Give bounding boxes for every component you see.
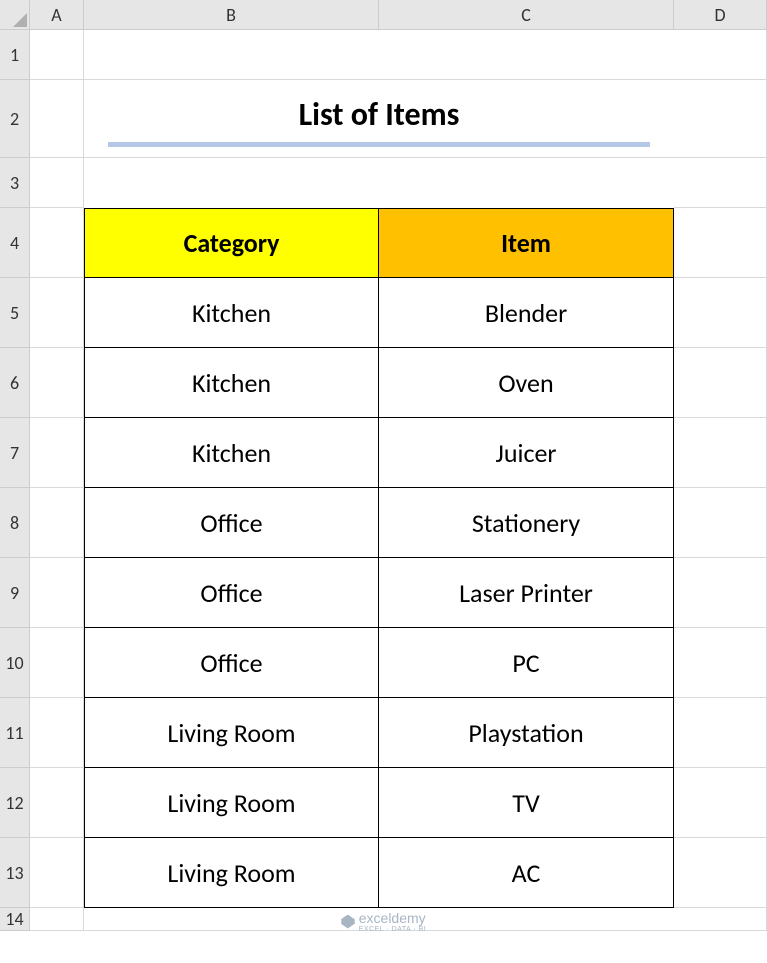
cell-d2[interactable]	[674, 80, 767, 158]
row-header-2[interactable]: 2	[0, 80, 30, 158]
cell-d9[interactable]	[674, 558, 767, 628]
cell-a13[interactable]	[30, 838, 84, 908]
cell-a4[interactable]	[30, 208, 84, 278]
page-title: List of Items	[299, 95, 460, 134]
cell-b1[interactable]	[84, 30, 379, 80]
cell-d13[interactable]	[674, 838, 767, 908]
row-header-7[interactable]: 7	[0, 418, 30, 488]
cell-b8[interactable]: Office	[84, 488, 379, 558]
cell-b12[interactable]: Living Room	[84, 768, 379, 838]
row-header-1[interactable]: 1	[0, 30, 30, 80]
cell-d4[interactable]	[674, 208, 767, 278]
col-header-b[interactable]: B	[84, 0, 379, 30]
select-all-corner[interactable]	[0, 0, 30, 30]
cell-a10[interactable]	[30, 628, 84, 698]
cell-a12[interactable]	[30, 768, 84, 838]
cell-a8[interactable]	[30, 488, 84, 558]
cell-c5[interactable]: Blender	[379, 278, 674, 348]
cell-b11[interactable]: Living Room	[84, 698, 379, 768]
cell-b13[interactable]: Living Room	[84, 838, 379, 908]
cell-d8[interactable]	[674, 488, 767, 558]
cell-c3[interactable]	[379, 158, 674, 208]
cell-b9[interactable]: Office	[84, 558, 379, 628]
title-cell[interactable]: List of Items	[84, 80, 674, 158]
cell-a11[interactable]	[30, 698, 84, 768]
cell-c12[interactable]: TV	[379, 768, 674, 838]
cell-a2[interactable]	[30, 80, 84, 158]
cell-a6[interactable]	[30, 348, 84, 418]
cell-b5[interactable]: Kitchen	[84, 278, 379, 348]
cell-d12[interactable]	[674, 768, 767, 838]
cell-c8[interactable]: Stationery	[379, 488, 674, 558]
cell-d5[interactable]	[674, 278, 767, 348]
cell-a3[interactable]	[30, 158, 84, 208]
cell-c10[interactable]: PC	[379, 628, 674, 698]
cell-c7[interactable]: Juicer	[379, 418, 674, 488]
cell-b7[interactable]: Kitchen	[84, 418, 379, 488]
row-header-14[interactable]: 14	[0, 908, 30, 931]
row-header-13[interactable]: 13	[0, 838, 30, 908]
cell-d7[interactable]	[674, 418, 767, 488]
cell-a7[interactable]	[30, 418, 84, 488]
cell-d3[interactable]	[674, 158, 767, 208]
cell-d1[interactable]	[674, 30, 767, 80]
cell-c6[interactable]: Oven	[379, 348, 674, 418]
cell-b3[interactable]	[84, 158, 379, 208]
col-header-c[interactable]: C	[379, 0, 674, 30]
cell-b14[interactable]	[84, 908, 379, 931]
col-header-a[interactable]: A	[30, 0, 84, 30]
row-header-11[interactable]: 11	[0, 698, 30, 768]
cell-c1[interactable]	[379, 30, 674, 80]
cell-c9[interactable]: Laser Printer	[379, 558, 674, 628]
table-header-category[interactable]: Category	[84, 208, 379, 278]
cell-d6[interactable]	[674, 348, 767, 418]
row-header-12[interactable]: 12	[0, 768, 30, 838]
cell-b6[interactable]: Kitchen	[84, 348, 379, 418]
table-header-item[interactable]: Item	[379, 208, 674, 278]
cell-a9[interactable]	[30, 558, 84, 628]
row-header-9[interactable]: 9	[0, 558, 30, 628]
row-header-10[interactable]: 10	[0, 628, 30, 698]
row-header-8[interactable]: 8	[0, 488, 30, 558]
row-header-5[interactable]: 5	[0, 278, 30, 348]
cell-a14[interactable]	[30, 908, 84, 931]
cell-c13[interactable]: AC	[379, 838, 674, 908]
cell-a1[interactable]	[30, 30, 84, 80]
cell-a5[interactable]	[30, 278, 84, 348]
spreadsheet-grid: A B C D 1 2 List of Items 3 4 Category I…	[0, 0, 767, 931]
cell-c11[interactable]: Playstation	[379, 698, 674, 768]
cell-d14[interactable]	[674, 908, 767, 931]
cell-d11[interactable]	[674, 698, 767, 768]
row-header-4[interactable]: 4	[0, 208, 30, 278]
cell-b10[interactable]: Office	[84, 628, 379, 698]
cell-d10[interactable]	[674, 628, 767, 698]
row-header-3[interactable]: 3	[0, 158, 30, 208]
title-underline	[108, 142, 651, 147]
cell-c14[interactable]	[379, 908, 674, 931]
row-header-6[interactable]: 6	[0, 348, 30, 418]
col-header-d[interactable]: D	[674, 0, 767, 30]
